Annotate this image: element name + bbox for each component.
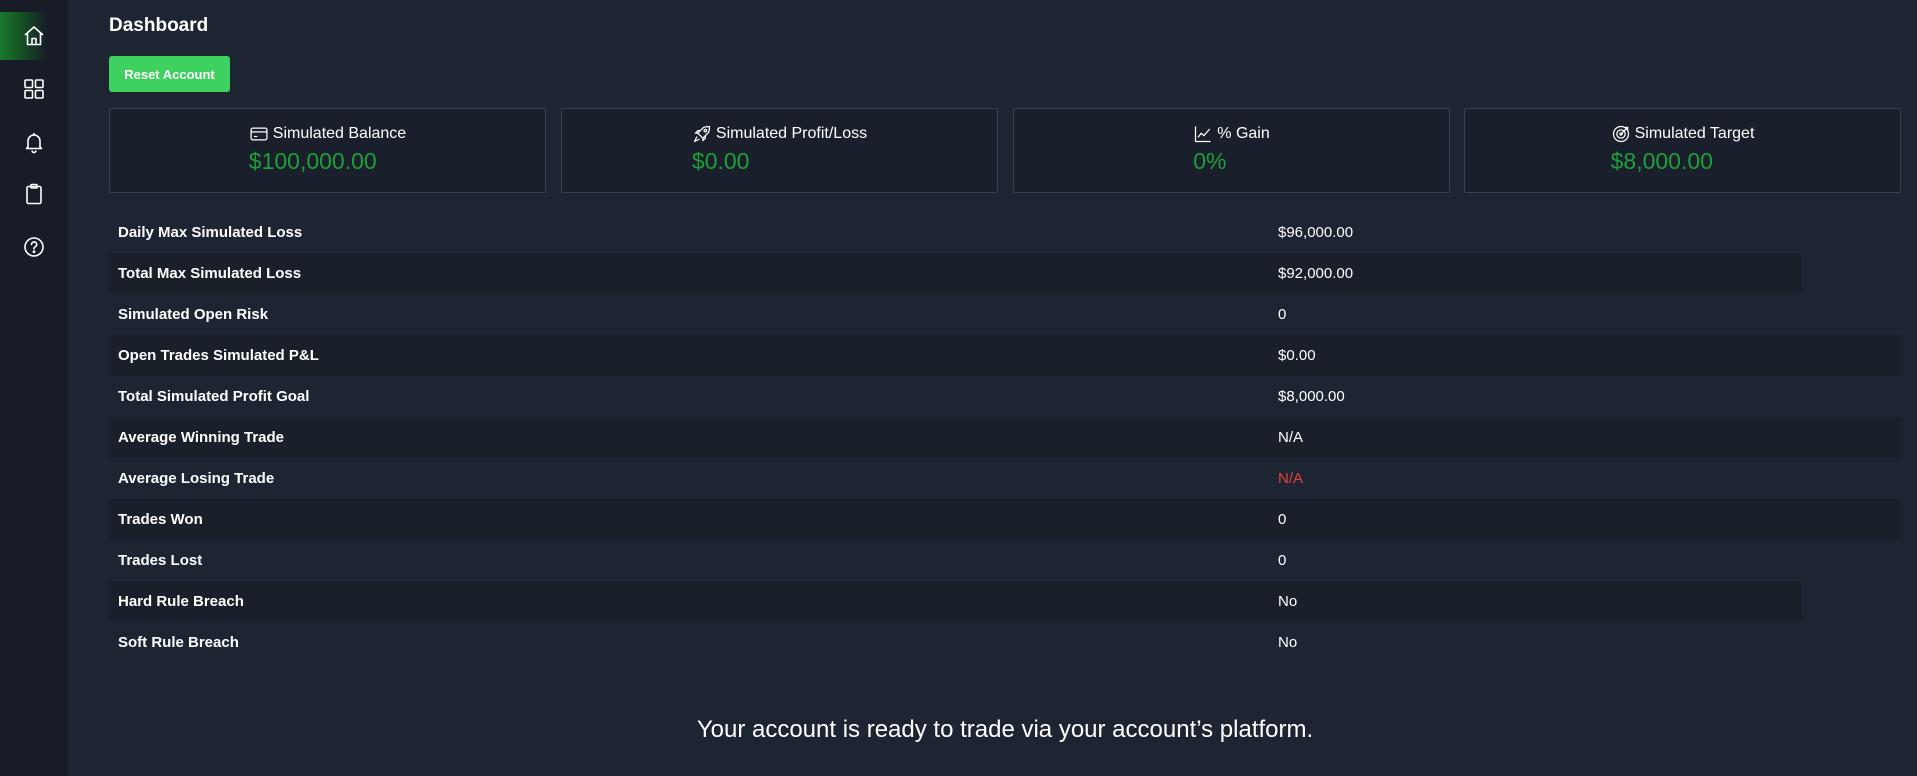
stat-value: 0	[1278, 552, 1287, 569]
card-simulated-profit-loss: Simulated Profit/Loss $0.00	[561, 108, 998, 193]
sidebar-item-home[interactable]	[0, 12, 68, 60]
table-row: Average Losing Trade N/A	[109, 458, 1901, 499]
stat-label: Open Trades Simulated P&L	[118, 347, 319, 364]
table-row: Soft Rule Breach No	[109, 622, 1901, 663]
card-label: % Gain	[1217, 125, 1270, 142]
stat-value: $8,000.00	[1278, 388, 1345, 405]
stat-value: N/A	[1278, 429, 1304, 446]
stat-value: $0.00	[1278, 347, 1316, 364]
table-row: Hard Rule Breach No	[109, 581, 1901, 622]
table-row: Trades Won 0	[109, 499, 1901, 540]
table-row: Open Trades Simulated P&L $0.00	[109, 335, 1901, 376]
card-label: Simulated Profit/Loss	[715, 125, 868, 142]
stat-value: $96,000.00	[1278, 224, 1354, 241]
clipboard-icon	[26, 183, 42, 205]
target-icon	[1612, 125, 1629, 143]
stat-label: Soft Rule Breach	[118, 634, 239, 651]
stats-table: Daily Max Simulated Loss $96,000.00 Tota…	[109, 212, 1901, 663]
card-label: Simulated Balance	[272, 125, 407, 142]
stat-value: 0	[1278, 306, 1287, 323]
table-row: Simulated Open Risk 0	[109, 294, 1901, 335]
sidebar-item-reports[interactable]	[0, 170, 68, 218]
rocket-icon	[693, 125, 711, 143]
stat-label: Average Winning Trade	[118, 429, 285, 446]
help-icon	[24, 237, 44, 257]
stat-label: Trades Won	[118, 511, 203, 528]
card-percent-gain: % Gain 0%	[1013, 108, 1450, 193]
card-simulated-balance: Simulated Balance $100,000.00	[109, 108, 546, 193]
card-label: Simulated Target	[1634, 125, 1755, 142]
table-row: Total Simulated Profit Goal $8,000.00	[109, 376, 1901, 417]
grid-icon	[24, 79, 44, 99]
stat-value: No	[1278, 634, 1298, 651]
card-simulated-target: Simulated Target $8,000.00	[1464, 108, 1901, 193]
home-icon	[24, 26, 44, 46]
table-row: Trades Lost 0	[109, 540, 1901, 581]
card-value: 0%	[1193, 148, 1227, 174]
table-row: Total Max Simulated Loss $92,000.00	[109, 253, 1901, 294]
chart-line-icon	[1195, 126, 1211, 143]
bell-icon	[25, 133, 43, 154]
sidebar	[0, 0, 68, 776]
stat-value: N/A	[1278, 470, 1304, 487]
sidebar-item-help[interactable]	[0, 223, 68, 271]
stat-label: Average Losing Trade	[118, 470, 275, 487]
card-icon	[250, 127, 268, 141]
stat-label: Total Max Simulated Loss	[118, 265, 302, 282]
sidebar-item-apps[interactable]	[0, 65, 68, 113]
stat-label: Hard Rule Breach	[118, 593, 244, 610]
stat-value: $92,000.00	[1278, 265, 1354, 282]
account-ready-message: Your account is ready to trade via your …	[696, 716, 1314, 743]
stat-label: Daily Max Simulated Loss	[118, 224, 303, 241]
stat-label: Trades Lost	[118, 552, 203, 569]
sidebar-item-notifications[interactable]	[0, 118, 68, 166]
summary-cards: Simulated Balance $100,000.00 Simulated …	[109, 108, 1901, 193]
table-row: Average Winning Trade N/A	[109, 417, 1901, 458]
stat-label: Total Simulated Profit Goal	[118, 388, 310, 405]
stat-label: Simulated Open Risk	[118, 306, 269, 323]
stat-value: 0	[1278, 511, 1287, 528]
card-value: $8,000.00	[1610, 148, 1713, 174]
table-row: Daily Max Simulated Loss $96,000.00	[109, 212, 1901, 253]
reset-account-button[interactable]: Reset Account	[109, 56, 230, 92]
stat-value: No	[1278, 593, 1298, 610]
page-title: Dashboard	[109, 15, 209, 36]
card-value: $100,000.00	[248, 148, 377, 174]
card-value: $0.00	[691, 148, 750, 174]
